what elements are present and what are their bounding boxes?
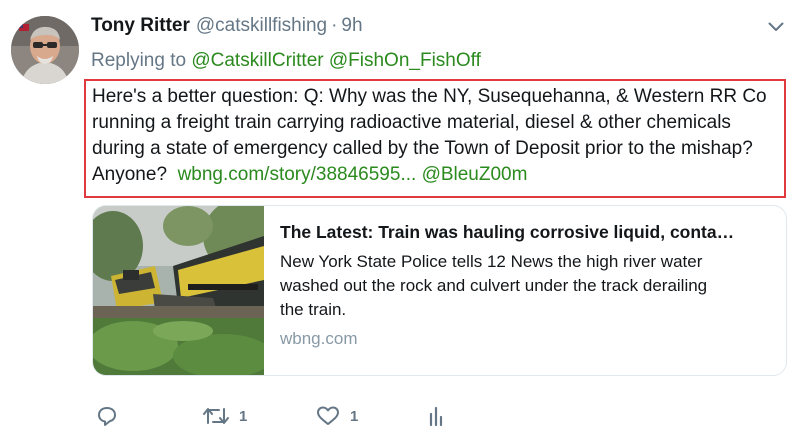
heart-icon [316, 405, 340, 427]
derailed-train-photo[interactable] [93, 206, 283, 375]
tweet-text-line: Anyone? wbng.com/story/38846595... @Bleu… [92, 162, 784, 188]
retweet-count: 1 [239, 407, 248, 425]
chevron-down-icon[interactable] [763, 16, 789, 38]
analytics-button[interactable] [428, 402, 444, 430]
like-button[interactable]: 1 [316, 402, 358, 430]
retweet-button[interactable]: 1 [203, 402, 247, 430]
tweet-text-line: during a state of emergency called by th… [92, 138, 753, 159]
card-domain: wbng.com [280, 329, 358, 348]
reply-mention-link[interactable]: @CatskillCritter [191, 50, 323, 71]
author-handle[interactable]: @catskillfishing [196, 15, 327, 37]
tweet-mention-link[interactable]: @BleuZ00m [422, 164, 528, 185]
card-description: New York State Police tells 12 News the … [280, 250, 775, 322]
reply-button[interactable] [96, 402, 118, 430]
card-title[interactable]: The Latest: Train was hauling corrosive … [280, 220, 775, 244]
reply-icon [96, 405, 118, 427]
author-name[interactable]: Tony Ritter [91, 15, 190, 37]
analytics-icon [428, 405, 444, 427]
replying-to-label: Replying to [91, 50, 187, 71]
card-description-line: washed out the rock and culvert under th… [280, 276, 708, 295]
tweet-text: Here's a better question: Q: Why was the… [92, 84, 784, 188]
card-body: The Latest: Train was hauling corrosive … [280, 220, 775, 349]
header-separator: · [331, 15, 338, 36]
card-description-line: the train. [280, 300, 347, 319]
tweet-text-fragment: Anyone? [92, 164, 178, 185]
replying-to: Replying to @CatskillCritter @FishOn_Fis… [91, 50, 481, 72]
tweet-timestamp[interactable]: 9h [341, 15, 362, 37]
tweet-header: Tony Ritter @catskillfishing · 9h [91, 15, 363, 41]
link-preview-card[interactable]: The Latest: Train was hauling corrosive … [92, 205, 787, 376]
tweet-text-line: Here's a better question: Q: Why was the… [92, 86, 767, 107]
tweet-text-line: running a freight train carrying radioac… [92, 112, 731, 133]
like-count: 1 [350, 407, 359, 425]
card-description-line: New York State Police tells 12 News the … [280, 252, 703, 271]
retweet-icon [203, 405, 229, 427]
avatar[interactable] [11, 16, 79, 84]
tweet-url-link[interactable]: wbng.com/story/38846595... [178, 164, 417, 185]
reply-mention-link[interactable]: @FishOn_FishOff [329, 50, 481, 71]
